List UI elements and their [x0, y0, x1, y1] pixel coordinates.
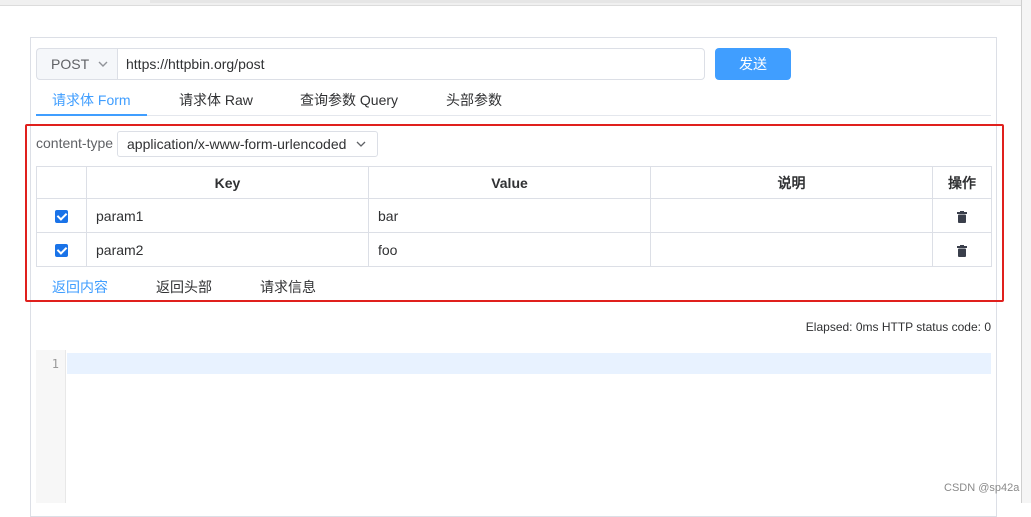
watermark: CSDN @sp42a — [944, 482, 1020, 494]
tab-query[interactable]: 查询参数 Query — [300, 90, 398, 110]
request-tabs: 请求体 Form 请求体 Raw 查询参数 Query 头部参数 — [36, 84, 991, 116]
tab-headers[interactable]: 头部参数 — [446, 90, 502, 110]
row-checkbox-cell — [36, 198, 87, 233]
header-key: Key — [86, 166, 369, 199]
table-row: param1 bar — [36, 198, 992, 233]
param-value[interactable]: bar — [368, 198, 651, 233]
table-row: param2 foo — [36, 232, 992, 267]
tab-form[interactable]: 请求体 Form — [52, 90, 131, 110]
content-type-select[interactable]: application/x-www-form-urlencoded — [117, 131, 378, 157]
send-button[interactable]: 发送 — [715, 48, 791, 80]
browser-top-strip — [0, 0, 1031, 6]
header-desc: 说明 — [650, 166, 933, 199]
header-value: Value — [368, 166, 651, 199]
param-desc[interactable] — [650, 232, 933, 267]
chevron-down-icon — [98, 61, 108, 67]
table-header-row: Key Value 说明 操作 — [36, 166, 992, 199]
params-table: Key Value 说明 操作 param1 bar param2 foo — [36, 166, 992, 267]
method-value: POST — [51, 56, 90, 72]
active-tab-indicator — [36, 114, 147, 116]
window-scrollbar[interactable] — [1021, 0, 1031, 503]
line-number: 1 — [51, 357, 59, 371]
tab-request-info[interactable]: 请求信息 — [260, 277, 316, 297]
chevron-down-icon — [356, 141, 366, 147]
editor-gutter: 1 — [36, 350, 66, 503]
row-actions — [932, 198, 992, 233]
param-desc[interactable] — [650, 198, 933, 233]
header-checkbox — [36, 166, 87, 199]
content-type-value: application/x-www-form-urlencoded — [127, 136, 347, 152]
content-type-label: content-type — [36, 135, 114, 151]
trash-icon[interactable] — [957, 244, 967, 257]
status-text: Elapsed: 0ms HTTP status code: 0 — [805, 320, 991, 334]
param-key[interactable]: param1 — [86, 198, 369, 233]
trash-icon[interactable] — [957, 210, 967, 223]
param-value[interactable]: foo — [368, 232, 651, 267]
tab-raw[interactable]: 请求体 Raw — [179, 90, 253, 110]
tab-response-headers[interactable]: 返回头部 — [156, 277, 212, 297]
param-key[interactable]: param2 — [86, 232, 369, 267]
header-actions: 操作 — [932, 166, 992, 199]
method-select[interactable]: POST — [36, 48, 118, 80]
url-input[interactable] — [117, 48, 705, 80]
checkbox-icon[interactable] — [55, 244, 68, 258]
row-actions — [932, 232, 992, 267]
tab-response-body[interactable]: 返回内容 — [52, 277, 108, 297]
response-editor[interactable]: 1 — [36, 350, 991, 503]
row-checkbox-cell — [36, 232, 87, 267]
editor-active-line[interactable] — [67, 353, 991, 374]
checkbox-icon[interactable] — [55, 210, 68, 224]
